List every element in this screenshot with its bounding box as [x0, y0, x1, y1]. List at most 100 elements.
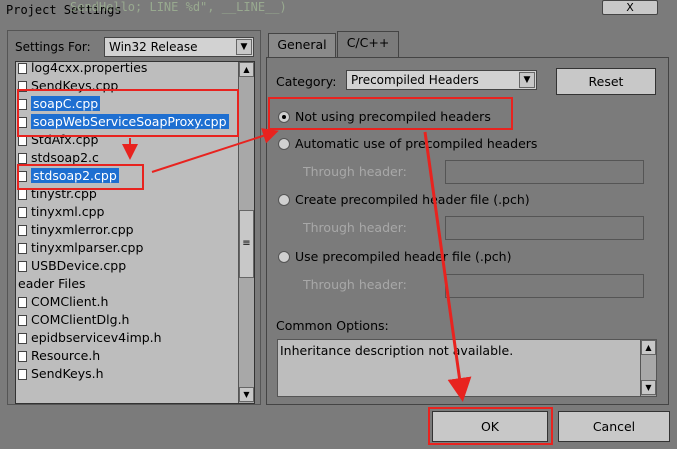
radio-automatic-pch[interactable] [278, 138, 290, 150]
file-icon [18, 261, 27, 272]
file-icon [18, 207, 27, 218]
configuration-select[interactable]: Win32 Release ▼ [104, 37, 254, 57]
file-item[interactable]: SendKeys.cpp [18, 77, 118, 95]
file-name: soapC.cpp [31, 96, 101, 111]
file-name: stdsoap2.cpp [31, 168, 119, 183]
background-code-ghost: SendHello; LINE %d", __LINE__) [70, 0, 287, 14]
file-icon [18, 369, 27, 380]
file-item[interactable]: COMClientDlg.h [18, 311, 129, 329]
file-name: tinyxmlerror.cpp [31, 222, 134, 237]
project-file-tree[interactable]: log4cxx.properties SendKeys.cpp soapC.cpp s… [15, 61, 255, 404]
through-header-label-3: Through header: [303, 277, 407, 292]
option-create-pch-label[interactable]: Create precompiled header file (.pch) [295, 192, 530, 207]
configuration-value: Win32 Release [109, 40, 198, 54]
file-item[interactable]: SendKeys.h [18, 365, 104, 383]
file-item[interactable]: log4cxx.properties [18, 61, 148, 77]
file-item[interactable]: epidbservicev4imp.h [18, 329, 162, 347]
file-name: StdAfx.cpp [31, 132, 99, 147]
ok-label: OK [480, 419, 500, 434]
scroll-down-icon[interactable]: ▼ [239, 387, 254, 402]
reset-label: Reset [588, 74, 624, 89]
tab-general-label: General [277, 37, 327, 52]
cancel-button[interactable]: Cancel [558, 411, 670, 442]
common-options-scrollbar[interactable]: ▲ ▼ [640, 340, 656, 396]
file-tree-scrollbar[interactable]: ▲ ≡ ▼ [238, 62, 254, 403]
folder-item[interactable]: eader Files [18, 275, 86, 293]
settings-for-label: Settings For: [15, 40, 91, 54]
file-icon [18, 117, 27, 128]
file-item[interactable]: tinyxml.cpp [18, 203, 104, 221]
file-item[interactable]: USBDevice.cpp [18, 257, 126, 275]
file-icon [18, 153, 27, 164]
scroll-up-icon[interactable]: ▲ [641, 340, 656, 355]
file-name: tinyxmlparser.cpp [31, 240, 144, 255]
file-icon [18, 63, 27, 74]
file-item[interactable]: tinystr.cpp [18, 185, 97, 203]
chevron-down-icon[interactable]: ▼ [519, 72, 535, 88]
file-icon [18, 297, 27, 308]
radio-not-using-pch[interactable] [278, 111, 290, 123]
file-icon [18, 243, 27, 254]
close-button[interactable]: X [602, 0, 658, 15]
file-icon [18, 171, 27, 182]
file-item[interactable]: tinyxmlerror.cpp [18, 221, 134, 239]
file-name: Resource.h [31, 348, 101, 363]
radio-use-pch[interactable] [278, 251, 290, 263]
file-name: stdsoap2.c [31, 150, 99, 165]
common-options-text: Inheritance description not available. [280, 343, 514, 358]
radio-create-pch[interactable] [278, 194, 290, 206]
file-item[interactable]: stdsoap2.cpp [18, 167, 119, 185]
through-header-label-1: Through header: [303, 164, 407, 179]
ok-button[interactable]: OK [432, 411, 548, 442]
common-options-textarea[interactable]: Inheritance description not available. ▲… [277, 339, 657, 397]
option-automatic-pch-label[interactable]: Automatic use of precompiled headers [295, 136, 537, 151]
file-name: eader Files [18, 276, 86, 291]
cpp-settings-panel: Category: Precompiled Headers ▼ Reset No… [266, 57, 669, 405]
file-icon [18, 99, 27, 110]
file-name: COMClient.h [31, 294, 109, 309]
file-name: tinyxml.cpp [31, 204, 105, 219]
file-name: COMClientDlg.h [31, 312, 130, 327]
tab-c-cpp[interactable]: C/C++ [337, 31, 399, 58]
option-use-pch-label[interactable]: Use precompiled header file (.pch) [295, 249, 511, 264]
file-icon [18, 81, 27, 92]
file-item[interactable]: tinyxmlparser.cpp [18, 239, 143, 257]
file-name: USBDevice.cpp [31, 258, 127, 273]
common-options-label: Common Options: [276, 318, 389, 333]
tab-c-cpp-label: C/C++ [346, 35, 390, 50]
file-name: SendKeys.cpp [31, 78, 119, 93]
title-bar: Project Settings SendHello; LINE %d", __… [0, 0, 677, 22]
file-name: soapWebServiceSoapProxy.cpp [31, 114, 229, 129]
scroll-thumb[interactable]: ≡ [239, 210, 254, 278]
through-header-input-3 [445, 274, 644, 298]
close-icon: X [626, 1, 634, 14]
tab-general[interactable]: General [268, 33, 336, 57]
file-name: SendKeys.h [31, 366, 104, 381]
file-item[interactable]: stdsoap2.c [18, 149, 99, 167]
file-item[interactable]: soapC.cpp [18, 95, 101, 113]
file-item[interactable]: StdAfx.cpp [18, 131, 98, 149]
file-icon [18, 189, 27, 200]
file-item[interactable]: soapWebServiceSoapProxy.cpp [18, 113, 229, 131]
file-icon [18, 225, 27, 236]
file-name: log4cxx.properties [31, 61, 148, 75]
through-header-label-2: Through header: [303, 220, 407, 235]
radio-selected-dot [282, 115, 286, 119]
file-icon [18, 135, 27, 146]
settings-for-panel: Settings For: Win32 Release ▼ log4cxx.pr… [7, 30, 261, 405]
file-item[interactable]: COMClient.h [18, 293, 108, 311]
scroll-down-icon[interactable]: ▼ [641, 380, 656, 395]
chevron-down-icon[interactable]: ▼ [236, 39, 252, 55]
through-header-input-2 [445, 216, 644, 240]
file-item[interactable]: Resource.h [18, 347, 100, 365]
category-value: Precompiled Headers [351, 73, 479, 87]
file-name: tinystr.cpp [31, 186, 97, 201]
scroll-up-icon[interactable]: ▲ [239, 62, 254, 77]
category-select[interactable]: Precompiled Headers ▼ [346, 70, 537, 90]
cancel-label: Cancel [592, 419, 636, 434]
option-not-using-pch-label[interactable]: Not using precompiled headers [295, 109, 491, 124]
file-icon [18, 351, 27, 362]
file-icon [18, 333, 27, 344]
file-name: epidbservicev4imp.h [31, 330, 162, 345]
reset-button[interactable]: Reset [556, 68, 656, 95]
